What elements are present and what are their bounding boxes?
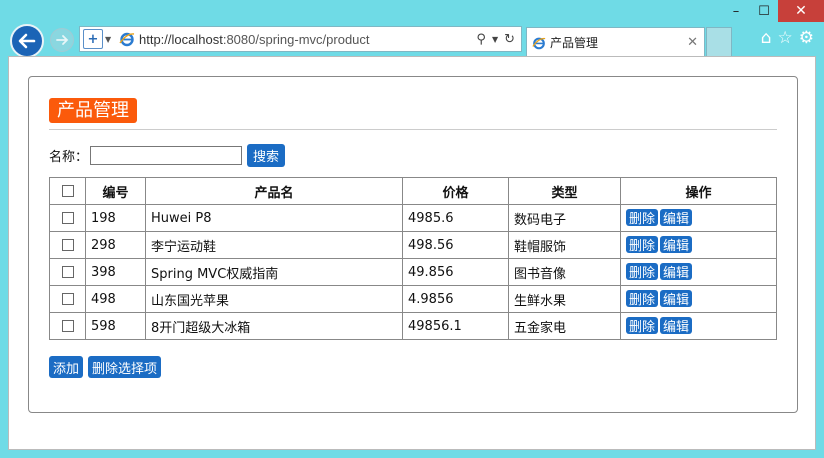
arrow-right-icon [56,35,69,45]
ie-logo-icon [119,32,135,47]
header-checkbox-cell [49,177,86,205]
delete-selected-button[interactable]: 删除选择项 [88,356,162,378]
delete-button[interactable]: 删除 [626,209,659,227]
url-text[interactable]: http://localhost:8080/spring-mvc/product [139,32,476,47]
refresh-icon[interactable]: ↻ [504,32,515,47]
edit-button[interactable]: 编辑 [660,290,693,308]
title-divider [49,129,777,130]
cell-price: 498.56 [402,231,509,259]
cell-id: 498 [85,285,146,313]
delete-button[interactable]: 删除 [626,263,659,281]
tab-product-management[interactable]: 产品管理 ✕ [526,27,705,57]
select-all-checkbox[interactable] [61,185,74,197]
edit-button[interactable]: 编辑 [660,209,693,227]
url-host: http://localhost [139,31,223,47]
content-panel: 产品管理 名称： 搜索 编号 产品名 价格 类型 操作 198 Huwei P8… [28,76,798,413]
row-checkbox[interactable] [61,266,74,278]
cell-price: 49.856 [402,258,509,286]
row-checkbox[interactable] [61,239,74,251]
back-button[interactable] [10,24,44,58]
cell-ops: 删除 编辑 [620,204,777,232]
table-row: 398 Spring MVC权威指南 49.856 图书音像 删除 编辑 [49,258,777,286]
cell-type: 五金家电 [508,312,621,340]
table-row: 198 Huwei P8 4985.6 数码电子 删除 编辑 [49,204,777,232]
table-header-row: 编号 产品名 价格 类型 操作 [49,177,777,205]
cell-type: 鞋帽服饰 [508,231,621,259]
cell-type: 图书音像 [508,258,621,286]
header-name: 产品名 [145,177,403,205]
delete-button[interactable]: 删除 [626,317,659,335]
cell-name: 山东国光苹果 [145,285,403,313]
cell-type: 生鲜水果 [508,285,621,313]
edit-button[interactable]: 编辑 [660,263,693,281]
browser-toolbar-icons: ⌂ ☆ ⚙ [761,28,814,48]
edit-button[interactable]: 编辑 [660,236,693,254]
header-type: 类型 [508,177,621,205]
cell-type: 数码电子 [508,204,621,232]
close-window-button[interactable]: ✕ [778,0,824,22]
cell-ops: 删除 编辑 [620,312,777,340]
maximize-button[interactable]: ☐ [750,0,778,22]
cell-ops: 删除 编辑 [620,258,777,286]
header-price: 价格 [402,177,509,205]
page-viewport: 产品管理 名称： 搜索 编号 产品名 价格 类型 操作 198 Huwei P8… [8,56,816,450]
cell-name: Huwei P8 [145,204,403,232]
add-button[interactable]: 添加 [49,356,84,378]
cell-price: 4985.6 [402,204,509,232]
minimize-button[interactable]: – [722,0,750,22]
row-checkbox[interactable] [61,212,74,224]
delete-button[interactable]: 删除 [626,290,659,308]
header-id: 编号 [85,177,146,205]
window-controls: – ☐ ✕ [722,0,824,22]
cell-ops: 删除 编辑 [620,231,777,259]
row-checkbox[interactable] [61,293,74,305]
search-icon[interactable]: ⚲ [476,32,486,47]
edit-button[interactable]: 编辑 [660,317,693,335]
cell-ops: 删除 编辑 [620,285,777,313]
table-row: 298 李宁运动鞋 498.56 鞋帽服饰 删除 编辑 [49,231,777,259]
chevron-down-icon[interactable]: ▼ [105,35,113,44]
navigation-bar: + ▼ http://localhost:8080/spring-mvc/pro… [0,22,824,58]
url-path: :8080/spring-mvc/product [222,31,370,47]
search-input[interactable] [90,146,243,165]
bottom-actions: 添加 删除选择项 [49,356,162,378]
table-row: 598 8开门超级大冰箱 49856.1 五金家电 删除 编辑 [49,312,777,340]
row-checkbox-cell [49,231,86,259]
close-tab-icon[interactable]: ✕ [687,35,698,50]
cell-name: 8开门超级大冰箱 [145,312,403,340]
search-label: 名称： [49,150,89,165]
row-checkbox[interactable] [61,320,74,332]
product-table: 编号 产品名 价格 类型 操作 198 Huwei P8 4985.6 数码电子… [49,177,777,340]
search-row: 名称： 搜索 [49,144,286,167]
dropdown-icon[interactable]: ▼ [492,35,498,44]
settings-gear-icon[interactable]: ⚙ [799,28,814,48]
tab-label: 产品管理 [550,36,599,50]
home-icon[interactable]: ⌂ [761,28,772,48]
row-checkbox-cell [49,285,86,313]
page-title: 产品管理 [49,98,137,123]
cell-price: 49856.1 [402,312,509,340]
cell-name: 李宁运动鞋 [145,231,403,259]
address-tools: ⚲ ▼ ↻ [476,32,515,47]
row-checkbox-cell [49,258,86,286]
cell-id: 298 [85,231,146,259]
cell-id: 598 [85,312,146,340]
new-tab-button[interactable] [706,27,732,57]
row-checkbox-cell [49,204,86,232]
security-shield-icon[interactable]: + [83,29,103,49]
cell-name: Spring MVC权威指南 [145,258,403,286]
table-row: 498 山东国光苹果 4.9856 生鲜水果 删除 编辑 [49,285,777,313]
address-bar[interactable]: + ▼ http://localhost:8080/spring-mvc/pro… [79,26,522,52]
search-button[interactable]: 搜索 [247,144,286,167]
delete-button[interactable]: 删除 [626,236,659,254]
cell-id: 398 [85,258,146,286]
ie-tab-icon [532,37,546,49]
forward-button[interactable] [50,28,74,52]
row-checkbox-cell [49,312,86,340]
cell-price: 4.9856 [402,285,509,313]
header-ops: 操作 [620,177,777,205]
cell-id: 198 [85,204,146,232]
favorites-star-icon[interactable]: ☆ [778,28,793,48]
arrow-left-icon [18,33,36,49]
